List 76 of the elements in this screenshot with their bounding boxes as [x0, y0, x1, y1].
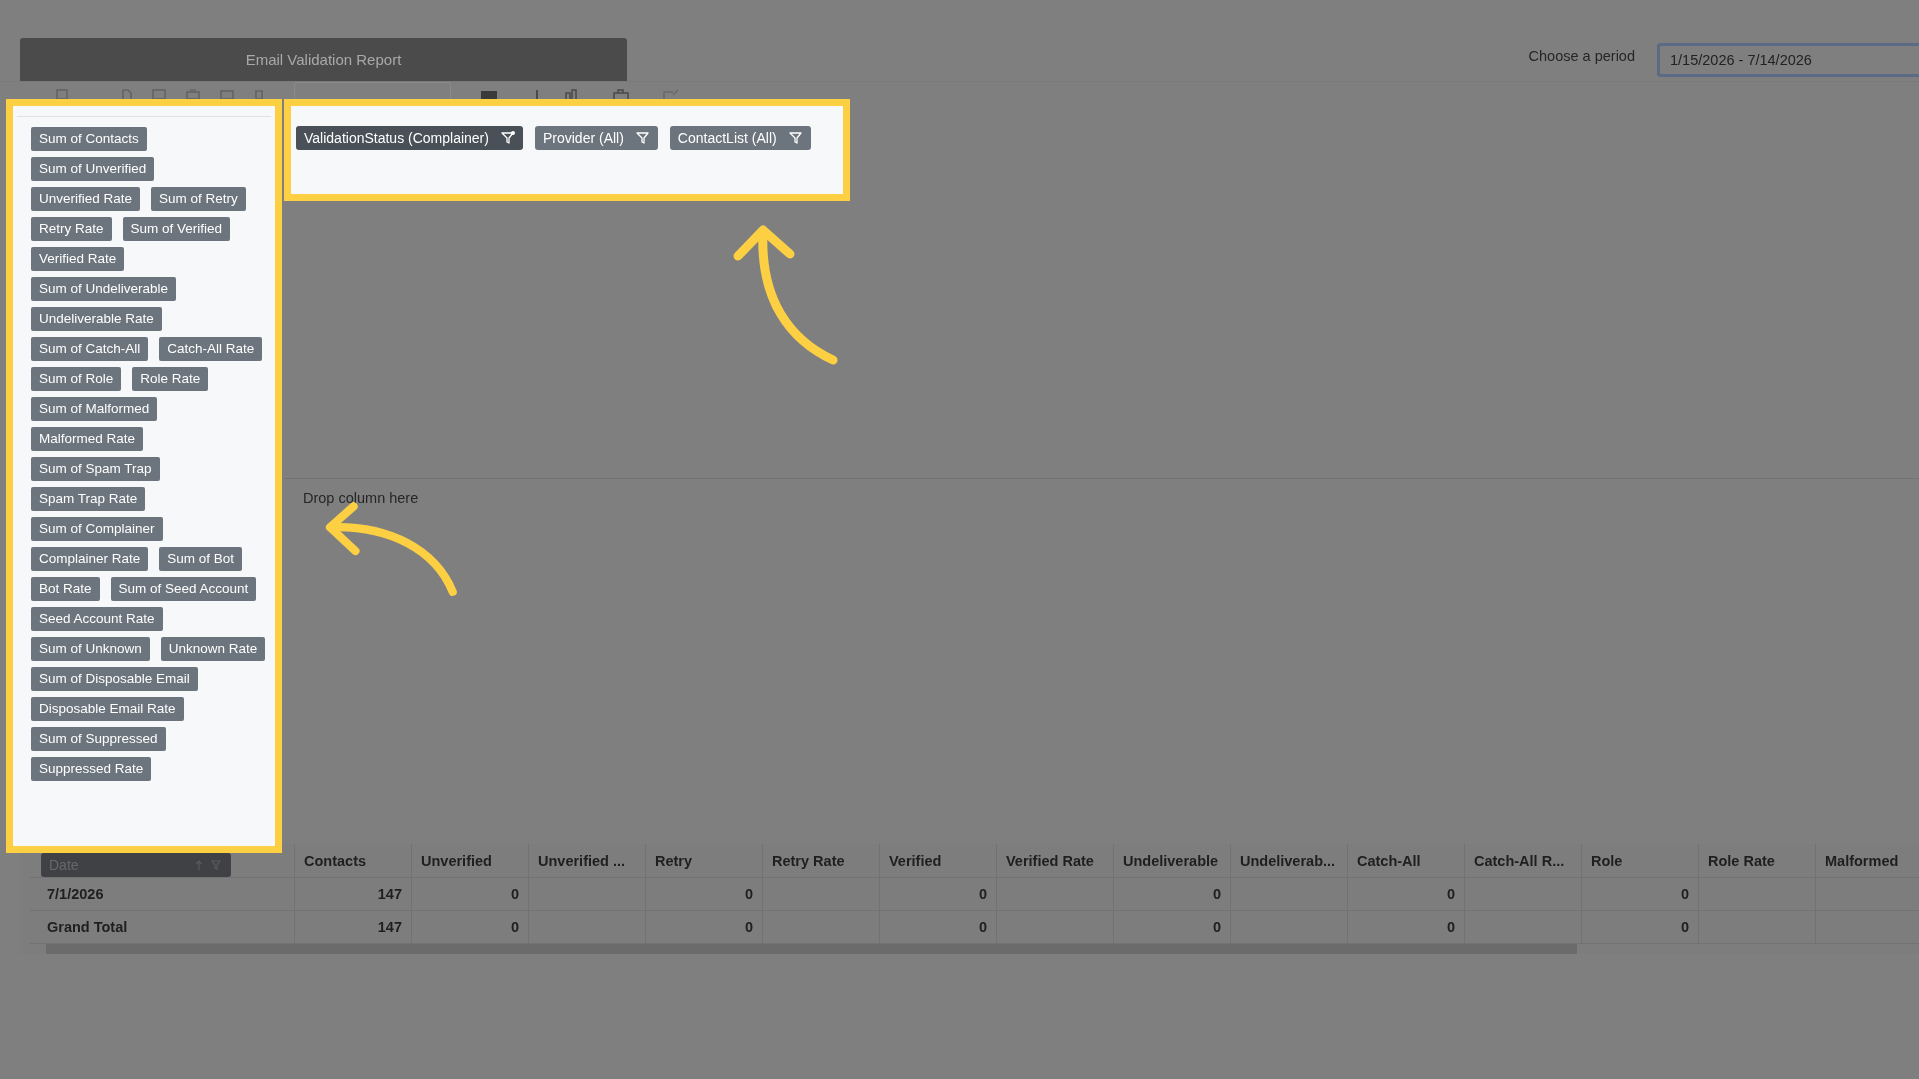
table-cell: 0 — [1212, 919, 1221, 935]
column-header[interactable]: Retry Rate — [763, 844, 880, 877]
field-chip[interactable]: Complainer Rate — [31, 547, 149, 571]
table-cell: 0 — [1680, 919, 1689, 935]
column-header[interactable]: Undeliverable — [1114, 844, 1231, 877]
column-header[interactable]: Undeliverab... — [1231, 844, 1348, 877]
column-header[interactable]: Unverified ... — [529, 844, 646, 877]
table-cell: 0 — [510, 886, 519, 902]
field-chip[interactable]: Sum of Verified — [122, 217, 231, 241]
field-chip[interactable]: Disposable Email Rate — [31, 697, 184, 721]
field-chip[interactable]: Verified Rate — [31, 247, 125, 271]
table-cell: 0 — [978, 886, 987, 902]
field-chip[interactable]: Sum of Unknown — [31, 637, 150, 661]
column-header[interactable]: Verified — [880, 844, 997, 877]
field-chip[interactable]: Role Rate — [132, 367, 209, 391]
field-chip[interactable]: Undeliverable Rate — [31, 307, 162, 331]
table-cell: 147 — [377, 886, 402, 902]
field-chip[interactable]: Spam Trap Rate — [31, 487, 146, 511]
field-chip[interactable]: Sum of Catch-All — [31, 337, 149, 361]
field-chip[interactable]: Sum of Role — [31, 367, 122, 391]
field-chip[interactable]: Sum of Seed Account — [110, 577, 257, 601]
field-chip[interactable]: Malformed Rate — [31, 427, 144, 451]
document-icon[interactable] — [122, 89, 132, 99]
report-title-bar: Email Validation Report — [20, 38, 627, 81]
field-chip[interactable]: Sum of Bot — [159, 547, 243, 571]
field-chip[interactable]: Sum of Suppressed — [31, 727, 166, 751]
trash-icon[interactable] — [254, 89, 264, 99]
table-cell: 147 — [377, 919, 402, 935]
table-cell: 0 — [978, 919, 987, 935]
filter-chip[interactable]: Provider (All) — [534, 126, 658, 150]
field-chip[interactable]: Bot Rate — [31, 577, 100, 601]
field-chip[interactable]: Sum of Contacts — [31, 127, 147, 151]
filter-icon — [788, 131, 803, 145]
period-label: Choose a period — [1528, 47, 1635, 64]
field-chip[interactable]: Sum of Undeliverable — [31, 277, 177, 301]
grid-icon[interactable] — [481, 89, 497, 99]
column-header[interactable]: Catch-All R... — [1465, 844, 1582, 877]
date-range-field[interactable]: 1/15/2026 - 7/14/2026 — [1657, 42, 1919, 77]
table-cell: 0 — [744, 886, 753, 902]
column-header[interactable]: Role Rate — [1699, 844, 1816, 877]
filter-icon — [635, 131, 650, 145]
edit-icon[interactable] — [663, 89, 679, 99]
field-chip[interactable]: Sum of Complainer — [31, 517, 163, 541]
column-header[interactable]: Unverified — [412, 844, 529, 877]
sort-up-icon — [195, 859, 203, 870]
column-header[interactable]: Contacts — [295, 844, 412, 877]
field-chip[interactable]: Sum of Unverified — [31, 157, 155, 181]
filter-chip[interactable]: ValidationStatus (Complainer) — [296, 126, 523, 150]
table-cell: 0 — [744, 919, 753, 935]
row-label: 7/1/2026 — [47, 886, 104, 902]
row-label: Grand Total — [47, 919, 128, 935]
column-header[interactable]: Malformed — [1816, 844, 1919, 877]
field-chip[interactable]: Sum of Disposable Email — [31, 667, 198, 691]
column-header[interactable]: Verified Rate — [997, 844, 1114, 877]
document-icon[interactable] — [56, 89, 68, 99]
field-chip[interactable]: Seed Account Rate — [31, 607, 163, 631]
filter-chip[interactable]: ContactList (All) — [669, 126, 811, 150]
table-cell: 0 — [1680, 886, 1689, 902]
table-cell: 0 — [1212, 886, 1221, 902]
field-chip[interactable]: Catch-All Rate — [159, 337, 263, 361]
filter-icon — [211, 859, 221, 870]
field-chip[interactable]: Unknown Rate — [160, 637, 266, 661]
active-filter-icon — [500, 131, 515, 145]
field-chip[interactable]: Retry Rate — [31, 217, 112, 241]
drop-column-hint: Drop column here — [303, 490, 419, 506]
column-header[interactable]: Role — [1582, 844, 1699, 877]
field-chip[interactable]: Sum of Retry — [151, 187, 246, 211]
column-header[interactable]: Catch-All — [1348, 844, 1465, 877]
column-header[interactable]: Retry — [646, 844, 763, 877]
table-cell: 0 — [1446, 886, 1455, 902]
table-cell: 0 — [1446, 919, 1455, 935]
field-chip[interactable]: Sum of Malformed — [31, 397, 158, 421]
field-chip[interactable]: Sum of Spam Trap — [31, 457, 160, 481]
field-chip[interactable]: Unverified Rate — [31, 187, 141, 211]
field-chip[interactable]: Suppressed Rate — [31, 757, 152, 781]
table-cell: 0 — [510, 919, 519, 935]
